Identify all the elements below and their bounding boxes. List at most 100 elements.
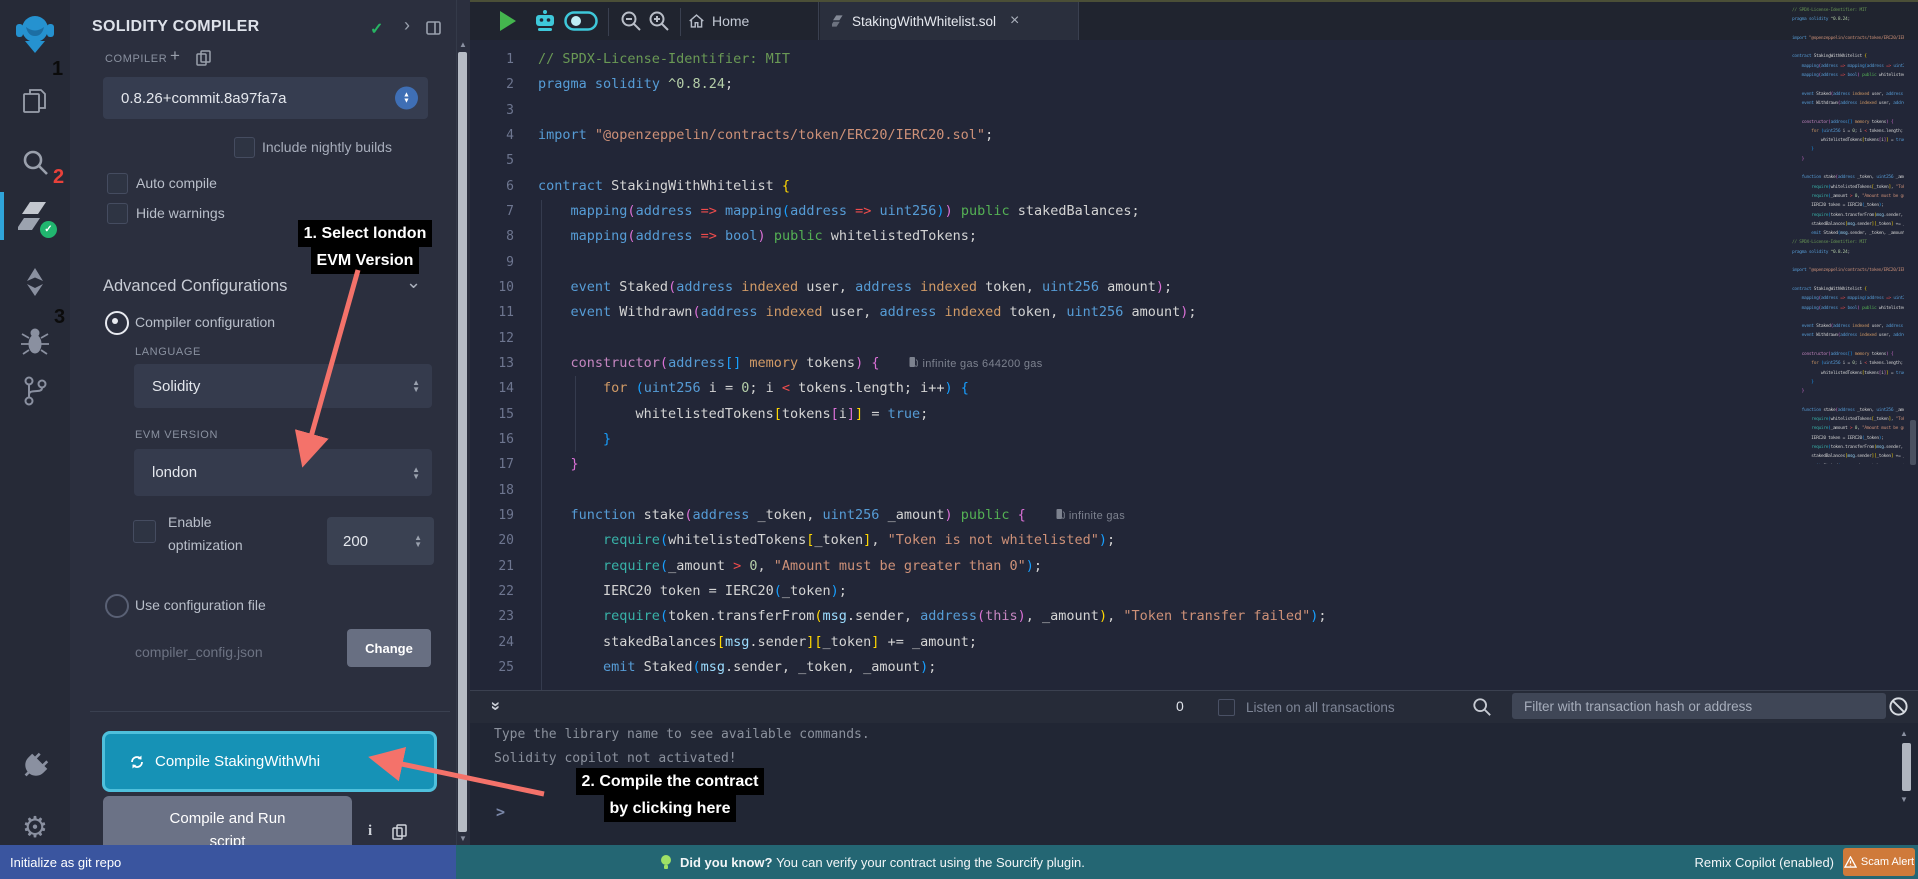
zoom-out-icon[interactable] bbox=[620, 10, 642, 37]
clear-console-icon[interactable] bbox=[1888, 696, 1909, 717]
compiled-check-icon: ✓ bbox=[370, 19, 383, 39]
scam-alert-button[interactable]: Scam Alert bbox=[1843, 848, 1915, 876]
copy-icon[interactable] bbox=[392, 824, 407, 845]
home-icon bbox=[688, 13, 705, 29]
plugin-manager-plug-icon[interactable] bbox=[0, 748, 70, 784]
chevron-down-icon[interactable]: ⌄ bbox=[406, 272, 421, 293]
terminal-scrollbar-thumb[interactable] bbox=[1902, 743, 1911, 791]
hide-warnings-label: Hide warnings bbox=[136, 205, 225, 221]
use-configuration-file-radio[interactable] bbox=[105, 594, 129, 618]
code-line: 1// SPDX-License-Identifier: MIT bbox=[470, 47, 1918, 72]
tab-staking-with-whitelist[interactable]: StakingWithWhitelist.sol × bbox=[820, 2, 1078, 40]
code-line: 20 require(whitelistedTokens[_token], "T… bbox=[470, 528, 1918, 553]
copilot-status: Remix Copilot (enabled) bbox=[1695, 845, 1834, 879]
auto-compile-checkbox[interactable] bbox=[107, 173, 128, 194]
chevron-right-icon[interactable]: › bbox=[404, 15, 410, 36]
optimization-runs-value: 200 bbox=[327, 533, 368, 550]
listen-transactions-label: Listen on all transactions bbox=[1246, 700, 1395, 715]
compiler-configuration-label: Compiler configuration bbox=[135, 314, 275, 330]
auto-compile-label: Auto compile bbox=[136, 175, 217, 191]
code-editor[interactable]: 1// SPDX-License-Identifier: MIT2pragma … bbox=[470, 40, 1918, 690]
code-line: 15 whitelistedTokens[tokens[i]] = true; bbox=[470, 402, 1918, 427]
panel-scrollbar-thumb[interactable] bbox=[458, 52, 467, 832]
use-configuration-file-label: Use configuration file bbox=[135, 597, 266, 613]
file-explorer-icon[interactable] bbox=[0, 84, 70, 118]
solidity-compiler-icon[interactable] bbox=[0, 198, 70, 234]
zoom-in-icon[interactable] bbox=[648, 10, 670, 37]
scroll-down-icon[interactable]: ▼ bbox=[1900, 795, 1908, 804]
advanced-configurations-title[interactable]: Advanced Configurations bbox=[103, 277, 287, 296]
code-line: 19 function stake(address _token, uint25… bbox=[470, 503, 1918, 528]
compile-button-label: Compile StakingWithWhi bbox=[155, 753, 320, 770]
scroll-up-icon[interactable]: ▲ bbox=[459, 40, 467, 49]
divider bbox=[818, 2, 819, 40]
editor-area[interactable]: Home StakingWithWhitelist.sol × 1// SPDX… bbox=[470, 0, 1918, 690]
nightly-builds-checkbox[interactable] bbox=[234, 137, 255, 158]
language-label: LANGUAGE bbox=[135, 346, 201, 358]
terminal-header: « 0 Listen on all transactions bbox=[470, 691, 1918, 723]
listen-transactions-checkbox[interactable] bbox=[1218, 699, 1235, 716]
refresh-icon bbox=[129, 754, 145, 770]
compiler-version-select[interactable]: 0.8.26+commit.8a97fa7a ▲▼ bbox=[103, 77, 428, 119]
search-icon[interactable] bbox=[1472, 697, 1492, 717]
settings-gear-icon[interactable]: ⚙ bbox=[0, 810, 70, 844]
tab-home[interactable]: Home bbox=[688, 2, 749, 40]
change-config-button[interactable]: Change bbox=[347, 629, 431, 667]
compiler-configuration-radio[interactable] bbox=[105, 311, 129, 335]
language-value: Solidity bbox=[134, 378, 200, 395]
compiler-version-value: 0.8.26+commit.8a97fa7a bbox=[103, 90, 287, 107]
add-compiler-icon[interactable]: + bbox=[170, 46, 180, 66]
code-line: 11 event Withdrawn(address indexed user,… bbox=[470, 300, 1918, 325]
copilot-toggle-switch[interactable] bbox=[564, 11, 598, 36]
code-line: 9 bbox=[470, 250, 1918, 275]
deploy-run-icon[interactable] bbox=[0, 264, 70, 300]
annotation-step1: 1. Select london EVM Version bbox=[270, 220, 460, 274]
remix-ide: ✓ ⚙ bbox=[0, 0, 1918, 879]
terminal-prompt[interactable]: > bbox=[496, 803, 505, 821]
version-toggle-icon[interactable]: ▲▼ bbox=[395, 87, 418, 110]
scroll-up-icon[interactable]: ▲ bbox=[1900, 729, 1908, 738]
language-select[interactable]: Solidity ▲▼ bbox=[134, 364, 432, 408]
evm-version-select[interactable]: london ▲▼ bbox=[134, 449, 432, 496]
ai-robot-icon[interactable] bbox=[532, 9, 558, 38]
hide-warnings-checkbox[interactable] bbox=[107, 203, 128, 224]
debugger-bug-icon[interactable] bbox=[0, 326, 70, 358]
info-icon[interactable]: i bbox=[368, 823, 372, 840]
git-branch-icon[interactable] bbox=[0, 374, 70, 408]
terminal-log-line: Solidity copilot not activated! bbox=[494, 751, 737, 766]
code-line: 7 mapping(address => mapping(address => … bbox=[470, 199, 1918, 224]
enable-optimization-checkbox[interactable] bbox=[133, 520, 156, 543]
evm-version-value: london bbox=[134, 464, 197, 481]
git-status-segment[interactable]: Initialize as git repo bbox=[0, 845, 456, 879]
active-plugin-indicator bbox=[0, 192, 4, 240]
code-line: 8 mapping(address => bool) public whitel… bbox=[470, 224, 1918, 249]
pin-panel-icon[interactable] bbox=[426, 21, 441, 40]
code-line: 12 bbox=[470, 326, 1918, 351]
optimization-runs-input[interactable]: 200 ▲▼ bbox=[327, 517, 434, 565]
code-line: 17 } bbox=[470, 452, 1918, 477]
scroll-down-icon[interactable]: ▼ bbox=[459, 834, 467, 843]
close-tab-icon[interactable]: × bbox=[1010, 12, 1019, 30]
remix-logo-icon[interactable] bbox=[0, 10, 70, 58]
solidity-file-icon bbox=[832, 13, 844, 29]
editor-scrollbar-thumb[interactable] bbox=[1910, 420, 1916, 465]
filter-transactions-input[interactable] bbox=[1512, 693, 1886, 719]
minimap[interactable]: // SPDX-License-Identifier: MITpragma so… bbox=[1792, 6, 1904, 464]
evm-version-label: EVM VERSION bbox=[135, 429, 218, 441]
code-line: 23 require(token.transferFrom(msg.sender… bbox=[470, 604, 1918, 629]
code-line: 22 IERC20 token = IERC20(_token); bbox=[470, 579, 1918, 604]
divider bbox=[1078, 2, 1079, 40]
code-lines: 1// SPDX-License-Identifier: MIT2pragma … bbox=[470, 47, 1918, 680]
compile-button[interactable]: Compile StakingWithWhi bbox=[102, 731, 437, 792]
code-line: 21 require(_amount > 0, "Amount must be … bbox=[470, 554, 1918, 579]
copy-version-icon[interactable] bbox=[196, 50, 211, 71]
run-play-icon[interactable] bbox=[498, 10, 518, 37]
status-bar: Did you know? You can verify your contra… bbox=[456, 845, 1918, 879]
expand-terminal-icon[interactable]: « bbox=[485, 701, 505, 710]
gas-estimate: infinite gas 644200 gas bbox=[909, 358, 1042, 370]
annotation-number-3: 3 bbox=[54, 306, 65, 329]
tab-label: StakingWithWhitelist.sol bbox=[852, 14, 996, 29]
enable-optimization-label: Enable optimization bbox=[168, 514, 243, 553]
code-line: 13 constructor(address[] memory tokens) … bbox=[470, 351, 1918, 376]
code-line: 14 for (uint256 i = 0; i < tokens.length… bbox=[470, 376, 1918, 401]
